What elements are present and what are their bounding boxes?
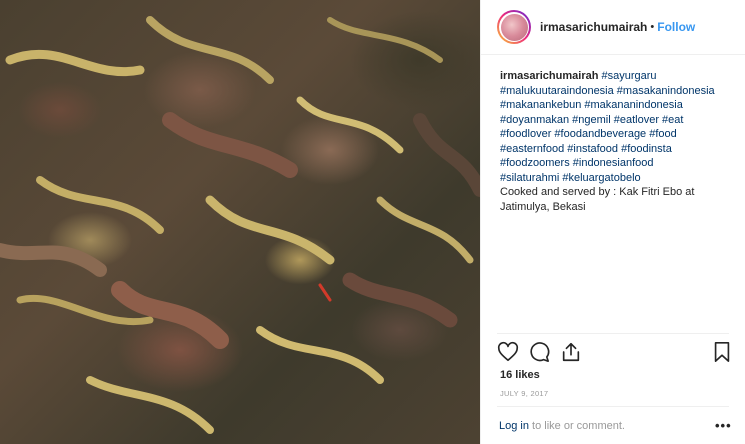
hashtag-line[interactable]: #doyanmakan #ngemil #eatlover #eat [500, 113, 735, 128]
avatar-image [500, 13, 528, 41]
login-link[interactable]: Log in [499, 420, 529, 432]
caption-text: Jatimulya, Bekasi [500, 200, 586, 213]
heart-icon[interactable] [497, 341, 519, 363]
caption-username[interactable]: irmasarichumairah [500, 70, 598, 82]
avatar[interactable] [497, 10, 531, 44]
food-texture [0, 16, 480, 434]
follow-button[interactable]: Follow [657, 20, 695, 34]
login-prompt: Log in to like or comment. [499, 420, 625, 432]
header-username[interactable]: irmasarichumairah [540, 20, 647, 34]
caption-line: irmasarichumairah #sayurgaru [500, 69, 735, 84]
post-caption: irmasarichumairah #sayurgaru #malukuutar… [500, 69, 735, 214]
header-separator: • [650, 21, 655, 33]
hashtag-line[interactable]: #easternfood #instafood #foodinsta [500, 142, 735, 157]
comment-divider [497, 406, 729, 407]
actions-divider [497, 333, 729, 334]
post-date[interactable]: JULY 9, 2017 [500, 389, 548, 398]
post-photo[interactable] [0, 0, 480, 444]
hashtag-link[interactable]: #sayurgaru [602, 70, 657, 82]
hashtag-line[interactable]: #foodzoomers #indonesianfood [500, 156, 735, 171]
comment-icon[interactable] [528, 341, 550, 363]
hashtag-line[interactable]: #makanankebun #makananindonesia [500, 98, 735, 113]
hashtag-line[interactable]: #foodlover #foodandbeverage #food [500, 127, 735, 142]
hashtag-line[interactable]: #malukuutaraindonesia #masakanindonesia [500, 84, 735, 99]
action-bar [497, 341, 733, 363]
bookmark-icon[interactable] [711, 341, 733, 363]
caption-text: Cooked and served by : Kak Fitri Ebo at [500, 186, 695, 198]
post-header: irmasarichumairah • Follow [481, 0, 745, 55]
post-side-panel: irmasarichumairah • Follow irmasarichuma… [481, 0, 745, 444]
more-options-icon[interactable]: ••• [715, 418, 732, 433]
hashtag-line[interactable]: #silaturahmi #keluargatobelo [500, 171, 735, 186]
avatar-ring [499, 12, 529, 42]
login-prompt-text: to like or comment. [528, 420, 625, 432]
share-icon[interactable] [560, 341, 582, 363]
like-count[interactable]: 16 likes [500, 369, 540, 381]
